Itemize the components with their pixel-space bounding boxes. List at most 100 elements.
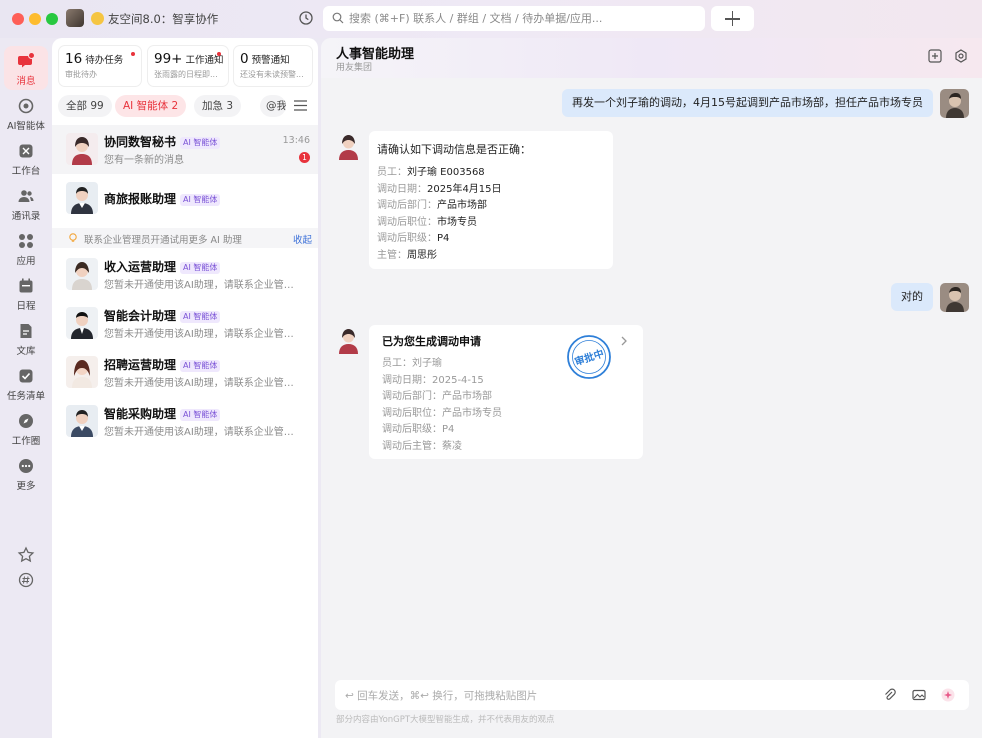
work-circle-icon: [19, 414, 33, 428]
nav-item-work-circle[interactable]: 工作圈: [4, 406, 48, 450]
nav-item-messages[interactable]: 消息: [4, 46, 48, 90]
ai-agent-tag: AI 智能体: [180, 409, 221, 421]
nav-label: 文库: [16, 346, 36, 357]
field-value: 市场专员: [437, 216, 477, 228]
warning-card[interactable]: 0 预警通知 还没有未读预警...: [234, 46, 312, 86]
window-zoom-button[interactable]: [46, 13, 58, 25]
work-notice-label: 工作通知: [185, 55, 224, 66]
name-text: 商旅报账助理: [104, 192, 177, 206]
transfer-application-card[interactable]: 已为您生成调动申请 员工：刘子瑜 调动日期：2025-4-15 调动后部门：产品…: [369, 325, 643, 459]
field-value: 产品市场部: [437, 200, 487, 211]
filter-ai-agent[interactable]: AI 智能体 2: [115, 95, 187, 117]
settings-icon[interactable]: [954, 49, 968, 63]
nav-item-apps[interactable]: 应用: [4, 226, 48, 270]
result-row: 调动后主管：蔡凌: [382, 440, 462, 452]
name-text: 智能采购助理: [104, 407, 177, 421]
attachment-icon[interactable]: [883, 688, 897, 702]
field-key: 调动后职级：: [377, 233, 437, 244]
todo-card[interactable]: 16 待办任务 审批待办: [59, 46, 141, 86]
filter-urgent[interactable]: 加急 3: [194, 95, 242, 117]
avatar: [66, 405, 98, 437]
list-item[interactable]: 收入运营助理AI 智能体 您暂未开通使用该AI助理，请联系企业管理员开通: [52, 250, 318, 299]
message-text: 再发一个刘子瑜的调动，4月15号起调到产品市场部，担任产品市场专员: [572, 96, 923, 109]
conversation-name: 收入运营助理 AI 智能体: [104, 258, 221, 275]
ai-agent-icon: [18, 98, 34, 114]
nav-label: 任务清单: [7, 391, 46, 402]
confirm-row-dept: 调动后部门：产品市场部: [377, 196, 605, 213]
ai-disclaimer: 部分内容由YonGPT大模型智能生成，并不代表用友的观点: [336, 715, 555, 725]
nav-item-more[interactable]: 更多: [4, 451, 48, 495]
window-close-button[interactable]: [12, 13, 24, 25]
smile-icon: [91, 12, 104, 25]
confirm-card: 请确认如下调动信息是否正确： 员工：刘子瑜 E003568 调动日期：2025年…: [369, 131, 613, 269]
search-input[interactable]: 搜索 (⌘+F) 联系人 / 群组 / 文档 / 待办单据/应用...: [323, 6, 705, 31]
confirm-row-employee: 员工：刘子瑜 E003568: [377, 163, 605, 180]
list-item[interactable]: 智能采购助理AI 智能体 您暂未开通使用该AI助理，请联系企业管理员开通: [52, 397, 318, 446]
nav-item-library[interactable]: 文库: [4, 316, 48, 360]
contacts-icon: [18, 190, 34, 202]
name-text: 收入运营助理: [104, 260, 177, 274]
nav-item-calendar[interactable]: 日程: [4, 271, 48, 315]
confirm-row-level: 调动后职级：P4: [377, 229, 605, 246]
field-value: 2025年4月15日: [427, 183, 502, 195]
star-icon[interactable]: [17, 546, 35, 564]
conversation-time: 13:46: [282, 135, 310, 146]
task-list-icon: [19, 369, 33, 383]
message-composer[interactable]: ↩ 回车发送，⌘↩ 换行，可拖拽粘贴图片: [335, 680, 969, 710]
chat-icon: [18, 52, 35, 68]
warning-sub: 还没有未读预警...: [240, 70, 304, 79]
image-icon[interactable]: [912, 688, 926, 702]
user-avatar[interactable]: [66, 9, 84, 27]
nav-item-ai-agent[interactable]: AI智能体: [4, 91, 48, 135]
search-icon: [332, 12, 344, 24]
field-key: 调动后职位：: [377, 216, 437, 228]
library-icon: [20, 324, 32, 338]
filter-all[interactable]: 全部 99: [58, 95, 112, 117]
ai-sparkle-icon[interactable]: [941, 688, 955, 702]
collapse-link[interactable]: 收起: [293, 232, 312, 246]
confirm-header: 请确认如下调动信息是否正确：: [377, 143, 531, 156]
list-item[interactable]: 招聘运营助理AI 智能体 您暂未开通使用该AI助理，请联系企业管理员开通: [52, 348, 318, 397]
nav-item-workbench[interactable]: 工作台: [4, 136, 48, 180]
approval-stamp: 审批中: [567, 335, 611, 379]
history-icon[interactable]: [298, 10, 314, 26]
work-notice-card[interactable]: 99+ 工作通知 张雨露的日程即...: [148, 46, 228, 86]
name-text: 招聘运营助理: [104, 358, 177, 372]
chat-subtitle: 用友集团: [336, 63, 373, 73]
name-text: 协同数智秘书: [104, 135, 177, 149]
apps-icon: [19, 234, 33, 248]
list-item[interactable]: 商旅报账助理 AI 智能体: [52, 174, 318, 223]
tip-bar: 联系企业管理员开通试用更多 AI 助理 收起: [52, 228, 318, 248]
user-avatar: [940, 89, 969, 118]
menu-icon[interactable]: [294, 100, 307, 111]
outgoing-message: 对的: [891, 283, 933, 311]
unread-dot: [131, 52, 135, 56]
confirm-row-manager: 主管：周思彤: [377, 246, 605, 263]
nav-label: AI智能体: [7, 121, 45, 132]
hashtag-circle-icon[interactable]: [17, 571, 35, 589]
nav-label: 更多: [16, 481, 36, 492]
nav-item-contacts[interactable]: 通讯录: [4, 181, 48, 225]
ai-agent-tag: AI 智能体: [180, 194, 221, 206]
left-nav: 消息 AI智能体 工作台 通讯录 应用 日程 文库 任务清单 工作圈 更多: [0, 38, 52, 738]
add-button[interactable]: [711, 6, 754, 31]
filter-mention[interactable]: @我: [260, 95, 286, 117]
user-avatar: [940, 283, 969, 312]
conversation-preview: 您暂未开通使用该AI助理，请联系企业管理员开通: [104, 378, 299, 389]
conversation-list: 16 待办任务 审批待办 99+ 工作通知 张雨露的日程即... 0 预警通知 还没有…: [52, 38, 318, 738]
work-notice-count: 99+: [154, 51, 183, 67]
result-row: 调动后部门：产品市场部: [382, 391, 492, 402]
window-minimize-button[interactable]: [29, 13, 41, 25]
more-icon: [19, 459, 33, 473]
result-row: 调动后职级：P4: [382, 424, 455, 435]
conversation-name: 智能采购助理 AI 智能体: [104, 405, 221, 422]
assistant-avatar: [334, 325, 363, 354]
list-item[interactable]: 智能会计助理AI 智能体 您暂未开通使用该AI助理，请联系企业管理员开通: [52, 299, 318, 348]
search-placeholder: 搜索 (⌘+F) 联系人 / 群组 / 文档 / 待办单据/应用...: [349, 12, 603, 25]
conversation-preview: 您有一条新的消息: [104, 155, 184, 166]
add-member-icon[interactable]: [928, 49, 942, 63]
filter-bar: 全部 99 AI 智能体 2 加急 3 @我: [52, 95, 318, 119]
list-item[interactable]: 协同数智秘书 AI 智能体 您有一条新的消息 13:46 1: [52, 125, 318, 174]
field-value: P4: [437, 233, 450, 244]
nav-item-task-list[interactable]: 任务清单: [4, 361, 48, 405]
